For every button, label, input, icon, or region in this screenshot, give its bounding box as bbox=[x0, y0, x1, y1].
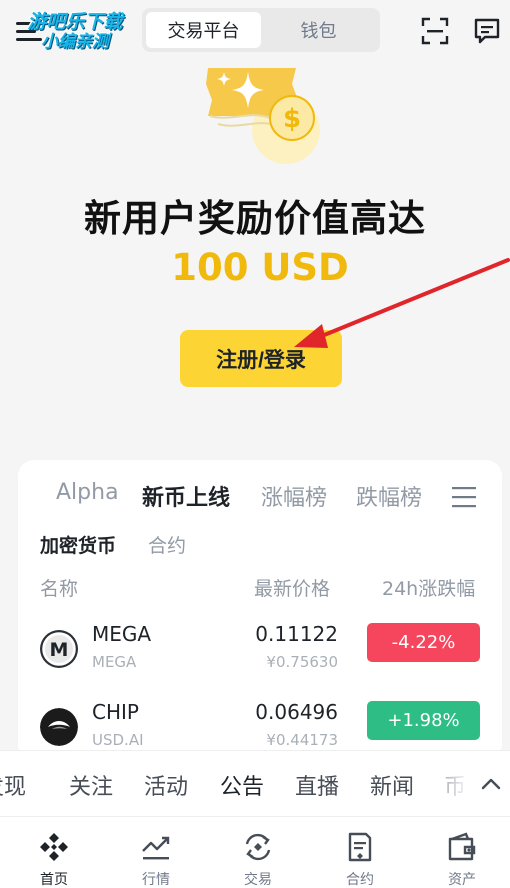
category-live[interactable]: 直播 bbox=[295, 769, 339, 801]
hero-title: 新用户奖励价值高达 bbox=[84, 197, 426, 240]
reward-ticket-illustration: $ bbox=[206, 68, 320, 164]
trade-icon bbox=[245, 833, 271, 861]
nav-futures[interactable]: 合约 bbox=[309, 817, 411, 888]
nav-label: 行情 bbox=[142, 872, 170, 888]
subtab-futures[interactable]: 合约 bbox=[148, 531, 186, 558]
futures-icon bbox=[348, 832, 372, 862]
nav-label: 首页 bbox=[40, 872, 68, 888]
category-discover[interactable]: 发现 bbox=[0, 769, 26, 801]
chip-coin-icon bbox=[40, 708, 78, 746]
category-announcements[interactable]: 公告 bbox=[220, 769, 264, 801]
nav-home[interactable]: 首页 bbox=[3, 817, 105, 888]
tab-top-losers[interactable]: 跌幅榜 bbox=[356, 480, 422, 512]
column-header-change: 24h涨跌幅 bbox=[382, 578, 476, 600]
register-login-button[interactable]: 注册/登录 bbox=[180, 330, 342, 387]
coin-subname: MEGA bbox=[92, 653, 137, 671]
tab-wallet[interactable]: 钱包 bbox=[261, 12, 376, 48]
nav-label: 合约 bbox=[346, 872, 374, 888]
svg-text:M: M bbox=[50, 639, 69, 661]
nav-markets[interactable]: 行情 bbox=[105, 817, 207, 888]
wallet-icon bbox=[448, 832, 476, 861]
coin-name: MEGA bbox=[92, 622, 152, 646]
tab-exchange[interactable]: 交易平台 bbox=[146, 12, 261, 48]
category-campaigns[interactable]: 活动 bbox=[144, 769, 188, 801]
chevron-up-icon[interactable] bbox=[478, 771, 504, 797]
category-news[interactable]: 新闻 bbox=[370, 769, 414, 801]
markets-icon bbox=[142, 836, 170, 860]
mega-coin-icon: M bbox=[40, 630, 78, 668]
coin-fiat-price: ¥0.44173 bbox=[266, 731, 338, 749]
top-header: 游吧乐下载 小编亲测 交易平台 钱包 bbox=[0, 0, 510, 62]
nav-label: 交易 bbox=[244, 872, 272, 888]
platform-switch: 交易平台 钱包 bbox=[142, 8, 380, 52]
more-tabs-menu-icon[interactable] bbox=[452, 486, 476, 508]
column-header-name: 名称 bbox=[40, 578, 79, 600]
scan-icon[interactable] bbox=[420, 16, 450, 46]
tab-top-gainers[interactable]: 涨幅榜 bbox=[261, 480, 327, 512]
hero-reward-amount: 100 USD bbox=[171, 246, 349, 289]
home-icon bbox=[40, 833, 68, 861]
change-badge[interactable]: -4.22% bbox=[367, 623, 480, 662]
table-row[interactable]: M MEGA MEGA 0.11122 ¥0.75630 -4.22% bbox=[18, 618, 502, 688]
watermark-line-1: 游吧乐下载 bbox=[27, 11, 123, 33]
nav-assets[interactable]: 资产 bbox=[411, 817, 510, 888]
nav-label: 资产 bbox=[448, 872, 476, 888]
message-icon[interactable] bbox=[472, 16, 502, 46]
svg-text:$: $ bbox=[283, 104, 301, 134]
market-card: Alpha 新币上线 涨幅榜 跌幅榜 加密货币 合约 名称 最新价格 24h涨跌… bbox=[18, 460, 502, 760]
coin-fiat-price: ¥0.75630 bbox=[266, 653, 338, 671]
watermark-line-2: 小编亲测 bbox=[41, 32, 109, 52]
coin-subname: USD.AI bbox=[92, 731, 144, 749]
column-header-price: 最新价格 bbox=[254, 578, 331, 600]
coin-price: 0.11122 bbox=[255, 622, 338, 646]
coin-name: CHIP bbox=[92, 700, 139, 724]
coin-price: 0.06496 bbox=[255, 700, 338, 724]
scroll-fade bbox=[410, 751, 470, 816]
watermark: 游吧乐下载 小编亲测 bbox=[10, 12, 140, 52]
tab-new-listings[interactable]: 新币上线 bbox=[142, 480, 230, 512]
market-tabs: Alpha 新币上线 涨幅榜 跌幅榜 bbox=[18, 480, 502, 514]
nav-trade[interactable]: 交易 bbox=[207, 817, 309, 888]
subtab-crypto[interactable]: 加密货币 bbox=[40, 531, 116, 558]
change-badge[interactable]: +1.98% bbox=[367, 701, 480, 740]
bottom-navigation: 首页 行情 交易 合约 资产 bbox=[0, 816, 510, 888]
category-following[interactable]: 关注 bbox=[69, 769, 113, 801]
tab-alpha[interactable]: Alpha bbox=[56, 480, 119, 505]
content-category-bar: 发现 关注 活动 公告 直播 新闻 币 bbox=[0, 750, 510, 816]
